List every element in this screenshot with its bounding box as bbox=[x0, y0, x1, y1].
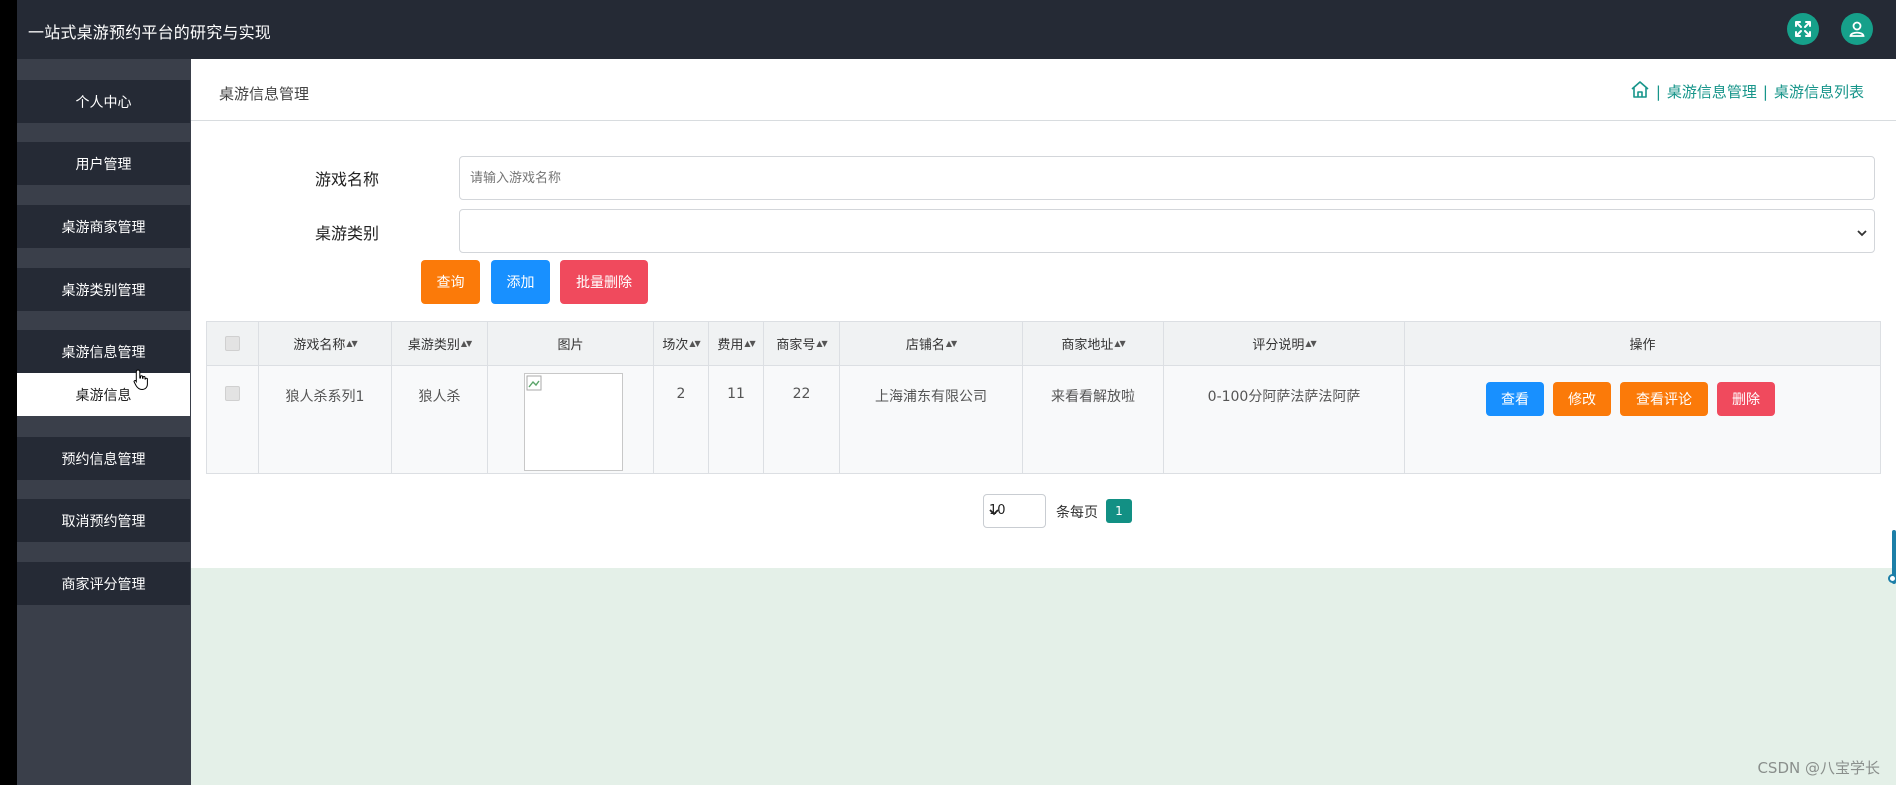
header-image: 图片 bbox=[488, 322, 654, 366]
add-button[interactable]: 添加 bbox=[491, 260, 550, 304]
header-address[interactable]: 商家地址 ▲▼ bbox=[1023, 322, 1164, 366]
content-panel: 桌游信息管理 | 桌游信息管理 | 桌游信息列表 游戏名称 桌游类别 bbox=[191, 59, 1896, 568]
breadcrumb-crumb-1[interactable]: 桌游信息管理 bbox=[1667, 81, 1757, 102]
row-select[interactable] bbox=[207, 366, 259, 474]
user-icon[interactable] bbox=[1841, 13, 1873, 45]
sidebar-subitem-game-info[interactable]: 桌游信息 bbox=[17, 373, 190, 416]
sort-icon[interactable]: ▲▼ bbox=[946, 339, 957, 348]
header-sessions[interactable]: 场次 ▲▼ bbox=[654, 322, 709, 366]
chevron-down-icon bbox=[989, 506, 1041, 521]
app-window: 一站式桌游预约平台的研究与实现 个人中心 用户管理 桌游商家管理 桌游类别管理 … bbox=[17, 0, 1896, 785]
page-button-1[interactable]: 1 bbox=[1106, 499, 1132, 523]
cell-category: 狼人杀 bbox=[392, 366, 488, 474]
cell-game-name: 狼人杀系列1 bbox=[259, 366, 392, 474]
sort-icon[interactable]: ▲▼ bbox=[1114, 339, 1125, 348]
app-title: 一站式桌游预约平台的研究与实现 bbox=[28, 23, 272, 42]
sort-icon[interactable]: ▲▼ bbox=[689, 339, 700, 348]
header-select-all[interactable] bbox=[207, 322, 259, 366]
home-icon[interactable] bbox=[1630, 80, 1650, 103]
main-content: 桌游信息管理 | 桌游信息管理 | 桌游信息列表 游戏名称 桌游类别 bbox=[191, 59, 1896, 785]
top-bar: 一站式桌游预约平台的研究与实现 bbox=[17, 0, 1896, 59]
breadcrumb: | 桌游信息管理 | 桌游信息列表 bbox=[1630, 80, 1864, 103]
sidebar: 个人中心 用户管理 桌游商家管理 桌游类别管理 桌游信息管理 桌游信息 预约信息… bbox=[17, 59, 190, 785]
select-all-checkbox[interactable] bbox=[225, 336, 240, 351]
game-name-label: 游戏名称 bbox=[315, 170, 380, 189]
cell-merchant-no: 22 bbox=[764, 366, 840, 474]
sidebar-item-game-info[interactable]: 桌游信息管理 bbox=[17, 330, 190, 373]
page-size-select[interactable]: 10 bbox=[983, 494, 1046, 528]
breadcrumb-separator: | bbox=[1655, 82, 1661, 101]
sort-icon[interactable]: ▲▼ bbox=[744, 339, 755, 348]
category-label: 桌游类别 bbox=[315, 224, 380, 243]
sidebar-item-categories[interactable]: 桌游类别管理 bbox=[17, 268, 190, 311]
sidebar-item-reservations[interactable]: 预约信息管理 bbox=[17, 437, 190, 480]
game-name-field[interactable] bbox=[459, 156, 1875, 200]
expand-icon[interactable] bbox=[1787, 13, 1819, 45]
sidebar-item-users[interactable]: 用户管理 bbox=[17, 142, 190, 185]
header-fee[interactable]: 费用 ▲▼ bbox=[709, 322, 764, 366]
per-page-label: 条每页 bbox=[1056, 505, 1098, 521]
header-shop[interactable]: 店铺名 ▲▼ bbox=[840, 322, 1023, 366]
cell-rating-desc: 0-100分阿萨法萨法阿萨 bbox=[1164, 366, 1405, 474]
mouse-cursor-icon bbox=[133, 369, 149, 395]
sort-icon[interactable]: ▲▼ bbox=[1305, 339, 1316, 348]
cell-shop: 上海浦东有限公司 bbox=[840, 366, 1023, 474]
chevron-down-icon bbox=[1856, 224, 1868, 243]
sidebar-item-profile[interactable]: 个人中心 bbox=[17, 80, 190, 123]
sort-icon[interactable]: ▲▼ bbox=[461, 339, 472, 348]
view-button[interactable]: 查看 bbox=[1486, 382, 1544, 416]
sort-icon[interactable]: ▲▼ bbox=[346, 339, 357, 348]
view-comments-button[interactable]: 查看评论 bbox=[1620, 382, 1708, 416]
header-merchant-no[interactable]: 商家号 ▲▼ bbox=[764, 322, 840, 366]
page-title: 桌游信息管理 bbox=[219, 85, 310, 103]
cell-address: 来看看解放啦 bbox=[1023, 366, 1164, 474]
game-name-input[interactable] bbox=[460, 157, 1874, 199]
header-game-name[interactable]: 游戏名称 ▲▼ bbox=[259, 322, 392, 366]
batch-delete-button[interactable]: 批量删除 bbox=[560, 260, 648, 304]
category-select[interactable] bbox=[459, 209, 1875, 253]
breadcrumb-separator: | bbox=[1762, 82, 1768, 101]
broken-image-icon[interactable] bbox=[524, 373, 623, 471]
cell-fee: 11 bbox=[709, 366, 764, 474]
sidebar-item-merchants[interactable]: 桌游商家管理 bbox=[17, 205, 190, 248]
row-checkbox[interactable] bbox=[225, 386, 240, 401]
sidebar-item-cancellations[interactable]: 取消预约管理 bbox=[17, 499, 190, 542]
header-category[interactable]: 桌游类别 ▲▼ bbox=[392, 322, 488, 366]
breadcrumb-crumb-2[interactable]: 桌游信息列表 bbox=[1774, 81, 1864, 102]
header-actions: 操作 bbox=[1405, 322, 1880, 366]
sort-icon[interactable]: ▲▼ bbox=[816, 339, 827, 348]
cell-sessions: 2 bbox=[654, 366, 709, 474]
header-rating-desc[interactable]: 评分说明 ▲▼ bbox=[1164, 322, 1405, 366]
data-table: 游戏名称 ▲▼ 桌游类别 ▲▼ 图片 场次 ▲▼ 费用 ▲▼ 商家号 ▲▼ 店铺名 ▲▼ 商… bbox=[206, 321, 1881, 474]
sidebar-item-ratings[interactable]: 商家评分管理 bbox=[17, 562, 190, 605]
page-header: 桌游信息管理 | 桌游信息管理 | 桌游信息列表 bbox=[191, 59, 1896, 121]
delete-button[interactable]: 删除 bbox=[1717, 382, 1775, 416]
watermark: CSDN @八宝学长 bbox=[1757, 759, 1880, 777]
edit-button[interactable]: 修改 bbox=[1553, 382, 1611, 416]
query-button[interactable]: 查询 bbox=[421, 260, 480, 304]
scrollbar-handle[interactable] bbox=[1888, 574, 1896, 583]
